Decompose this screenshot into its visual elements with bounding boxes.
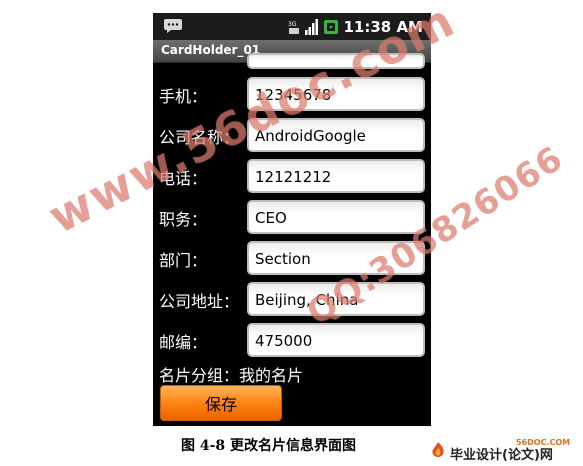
- form-label-title: 职务：: [159, 210, 208, 229]
- site-logo: 56DOC.COM 毕业设计(论文)网: [428, 438, 578, 463]
- svg-text:3G: 3G: [288, 21, 297, 28]
- form-label-mobile: 手机：: [159, 87, 208, 106]
- form-label-address: 公司地址：: [159, 292, 240, 311]
- form-label-postcode: 邮编：: [159, 333, 208, 352]
- app-title: CardHolder_01: [161, 43, 261, 57]
- form-label-department: 部门：: [159, 251, 208, 270]
- status-time: 11:38 AM: [343, 18, 423, 36]
- phone-input[interactable]: 12121212: [247, 159, 425, 193]
- message-notification-icon: [164, 19, 182, 33]
- company-address-input[interactable]: Beijing, China: [247, 282, 425, 316]
- battery-charging-icon: [324, 20, 339, 34]
- job-title-input[interactable]: CEO: [247, 200, 425, 234]
- mobile-input[interactable]: 12345678: [247, 77, 425, 111]
- data-network-icon: 3G: [288, 21, 300, 34]
- partial-field-above[interactable]: [247, 53, 425, 69]
- company-name-input[interactable]: AndroidGoogle: [247, 118, 425, 152]
- status-icons: 3G 11:38 AM: [288, 17, 423, 37]
- form-label-company: 公司名称：: [159, 128, 240, 147]
- save-button[interactable]: 保存: [160, 385, 282, 421]
- department-input[interactable]: Section: [247, 241, 425, 275]
- postcode-input[interactable]: 475000: [247, 323, 425, 357]
- figure-caption: 图 4-8 更改名片信息界面图: [181, 438, 357, 454]
- status-bar: 3G 11:38 AM: [153, 13, 431, 40]
- signal-strength-icon: [305, 19, 319, 35]
- phone-screen: 3G 11:38 AM CardHolder_01 手机： 12345678 公…: [153, 13, 431, 426]
- logo-text: 毕业设计(论文)网: [450, 448, 553, 463]
- card-group-line: 名片分组：我的名片: [159, 366, 304, 385]
- form-label-phone: 电话：: [159, 169, 208, 188]
- flame-logo-icon: [432, 442, 444, 457]
